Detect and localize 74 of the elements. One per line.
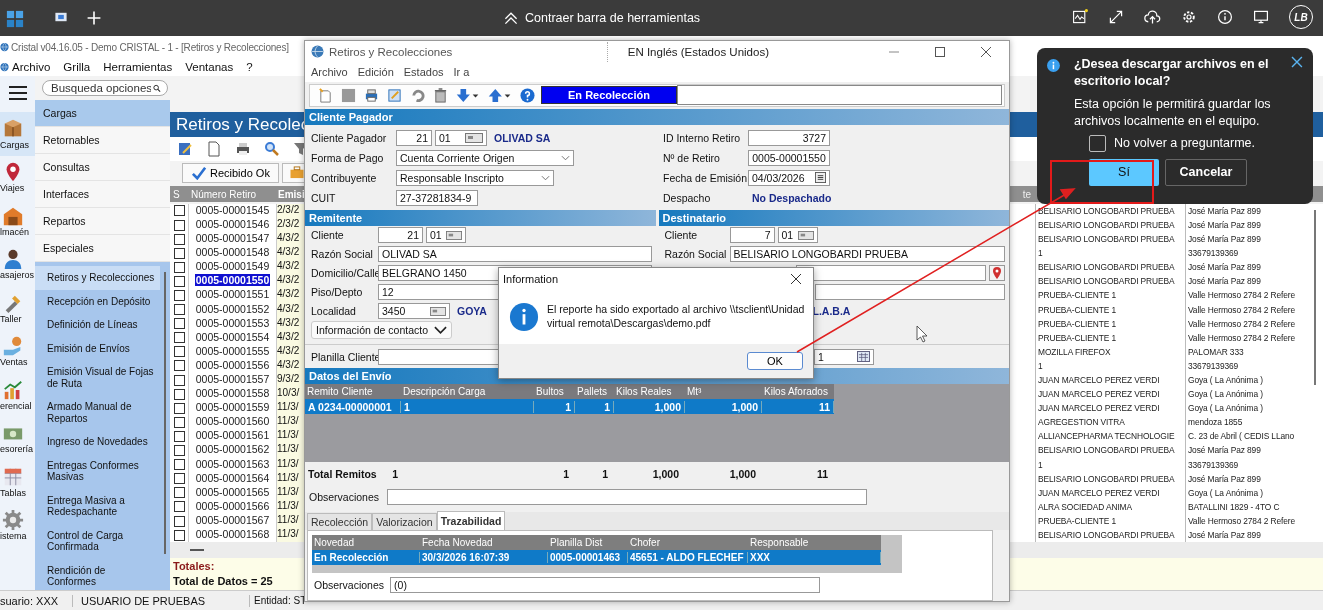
city-name: GOYA xyxy=(457,305,487,318)
table-cell: José María Paz 899 xyxy=(1185,443,1309,458)
table-cell: 11/3/ xyxy=(277,443,304,458)
field-label: CUIT xyxy=(311,191,337,204)
table-cell: Valle Hermoso 2784 2 Refere xyxy=(1185,302,1309,317)
table-cell: MOZILLA FIREFOX xyxy=(1035,344,1185,359)
dispatch-status: No Despachado xyxy=(752,191,832,204)
table-cell: 4/3/2 xyxy=(277,246,304,261)
field-label: Cliente Pagador xyxy=(311,131,388,144)
field-label: Cliente xyxy=(664,229,699,242)
totals-label: Totales: xyxy=(173,560,215,573)
table-cell: PALOMAR 333 xyxy=(1185,344,1309,359)
table-cell: JUAN MARCELO PEREZ VERDI xyxy=(1035,485,1185,500)
table-cell: PRUEBA-CLIENTE 1 xyxy=(1035,288,1185,303)
window-title: Cristal v04.16.05 - Demo CRISTAL - 1 - [Retiros y Recolecciones] xyxy=(11,41,289,53)
field-label: Razón Social xyxy=(311,248,374,261)
table-cell: 1 xyxy=(602,468,608,481)
table-cell: 33679139369 xyxy=(1185,457,1309,472)
table-cell: 4/3/2 xyxy=(277,288,304,303)
table-cell: 4/3/2 xyxy=(277,232,304,247)
table-cell: José María Paz 899 xyxy=(1185,471,1309,486)
table-cell: 11 xyxy=(816,468,828,481)
table-cell: ALRA SOCIEDAD ANIMA xyxy=(1035,499,1185,514)
section-title: Remitente xyxy=(309,211,363,224)
table-cell: 1 xyxy=(563,468,569,481)
status-badge: En Recolección xyxy=(541,86,677,105)
field-label: Fecha de Emisión xyxy=(663,171,745,184)
total-count: Total de Datos = 25 xyxy=(173,575,273,588)
field-label: ID Interno Retiro xyxy=(663,131,742,144)
table-cell: 1 xyxy=(1035,457,1185,472)
field-label: Nº de Retiro xyxy=(663,151,721,164)
field-label: Localidad xyxy=(311,305,357,318)
table-cell: 1,000 xyxy=(652,468,679,481)
table-cell: 11/3/ xyxy=(277,429,304,444)
field-label: Cliente xyxy=(311,229,345,242)
table-cell: 2/3/2 xyxy=(277,203,304,218)
field-label: Razón Social xyxy=(664,248,727,261)
field-label: Observaciones xyxy=(314,579,385,591)
section-title: Datos del Envío xyxy=(309,370,392,383)
table-cell: PRUEBA-CLIENTE 1 xyxy=(1035,316,1185,331)
section-title: Destinatario xyxy=(662,211,727,224)
table-cell: 10/3/ xyxy=(277,387,304,402)
table-cell: BELISARIO LONGOBARDI PRUEBA xyxy=(1035,443,1185,458)
window-title: Retiros y Recolecciones xyxy=(329,45,453,58)
status-text: suario: XXX xyxy=(0,594,73,607)
table-cell: 11/3/ xyxy=(277,415,304,430)
table-cell: 11/3/ xyxy=(277,528,304,543)
section-title: Cliente Pagador xyxy=(309,110,393,123)
table-cell: Goya ( La Anónima ) xyxy=(1185,485,1309,500)
dialog-title: Information xyxy=(503,273,559,285)
client-name: OLIVAD SA xyxy=(494,131,551,144)
field-label: Forma de Pago xyxy=(311,151,385,164)
table-cell: 11/3/ xyxy=(277,401,304,416)
table-cell: 4/3/2 xyxy=(277,260,304,275)
totals-label: Total Remitos xyxy=(308,468,377,481)
notification-title: ¿Desea descargar archivos en el escritorio local? xyxy=(1073,56,1270,90)
table-cell: PRUEBA-CLIENTE 1 xyxy=(1035,330,1185,345)
field-label: Despacho xyxy=(663,191,712,204)
field-label: Observaciones xyxy=(309,491,380,504)
table-cell: Valle Hermoso 2784 2 Refere xyxy=(1185,288,1309,303)
status-text: USUARIO DE PRUEBAS xyxy=(73,594,250,607)
table-cell: 9/3/2 xyxy=(277,373,304,388)
table-cell: 4/3/2 xyxy=(277,274,304,289)
field-label: Piso/Depto xyxy=(311,286,364,299)
field-label: Contribuyente xyxy=(311,171,378,184)
table-cell: 1,000 xyxy=(729,468,756,481)
table-cell: 1 xyxy=(392,468,398,481)
table-cell: Valle Hermoso 2784 2 Refere xyxy=(1185,330,1309,345)
table-cell: Valle Hermoso 2784 2 Refere xyxy=(1185,316,1309,331)
table-cell: BATALLINI 1829 - 4TO C xyxy=(1185,499,1309,514)
message-text: El reporte ha sido exportado al archivo \\tsclient\Unidad virtual remota\Descargas\demo.pdf xyxy=(547,303,806,331)
notification-text: Esta opción le permitirá guardar los archivos localmente en el equipo. xyxy=(1074,95,1272,130)
table-cell: PRUEBA-CLIENTE 1 xyxy=(1035,302,1185,317)
table-cell: BELISARIO LONGOBARDI PRUEBA xyxy=(1035,471,1185,486)
